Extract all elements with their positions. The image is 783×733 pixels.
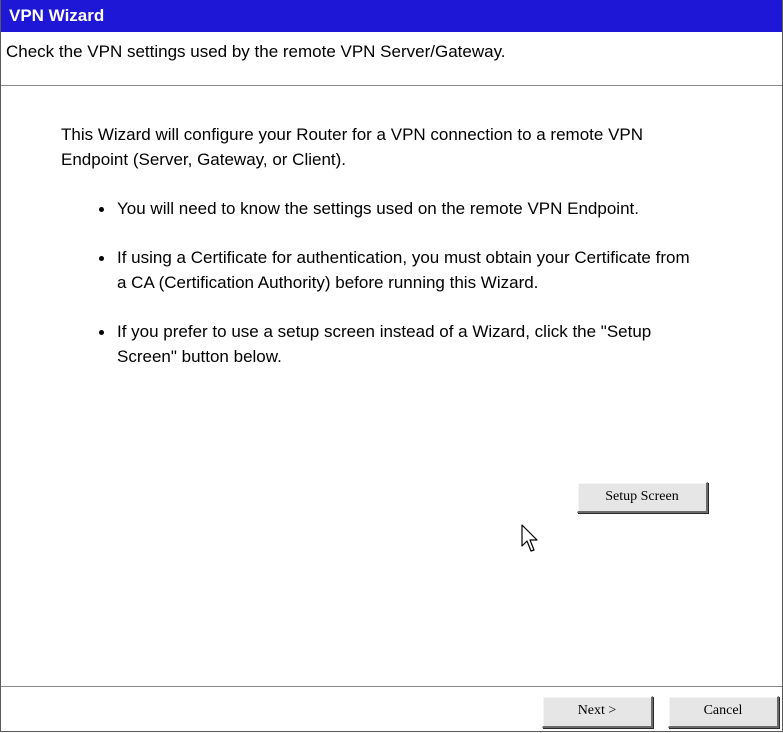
bullet-icon [99,256,104,261]
vpn-wizard-window: VPN Wizard Check the VPN settings used b… [0,0,783,732]
setup-screen-button[interactable]: Setup Screen [577,482,708,513]
bullet-text: You will need to know the settings used … [117,199,639,218]
mouse-pointer-arrow-icon [521,524,538,552]
window-title: VPN Wizard [1,0,782,32]
intro-text: This Wizard will configure your Router f… [61,125,644,169]
list-item: If you prefer to use a setup screen inst… [97,319,697,369]
next-button[interactable]: Next > [542,696,653,728]
wizard-footer: Next > Cancel [1,686,782,731]
info-bullet-list: You will need to know the settings used … [97,196,697,393]
bullet-text: If using a Certificate for authenticatio… [117,248,690,292]
cancel-button[interactable]: Cancel [668,696,779,728]
list-item: You will need to know the settings used … [97,196,697,221]
page-subtitle: Check the VPN settings used by the remot… [1,32,782,86]
bullet-text: If you prefer to use a setup screen inst… [117,322,652,366]
list-item: If using a Certificate for authenticatio… [97,245,697,295]
bullet-icon [99,330,104,335]
bullet-icon [99,207,104,212]
wizard-content: This Wizard will configure your Router f… [1,86,782,686]
